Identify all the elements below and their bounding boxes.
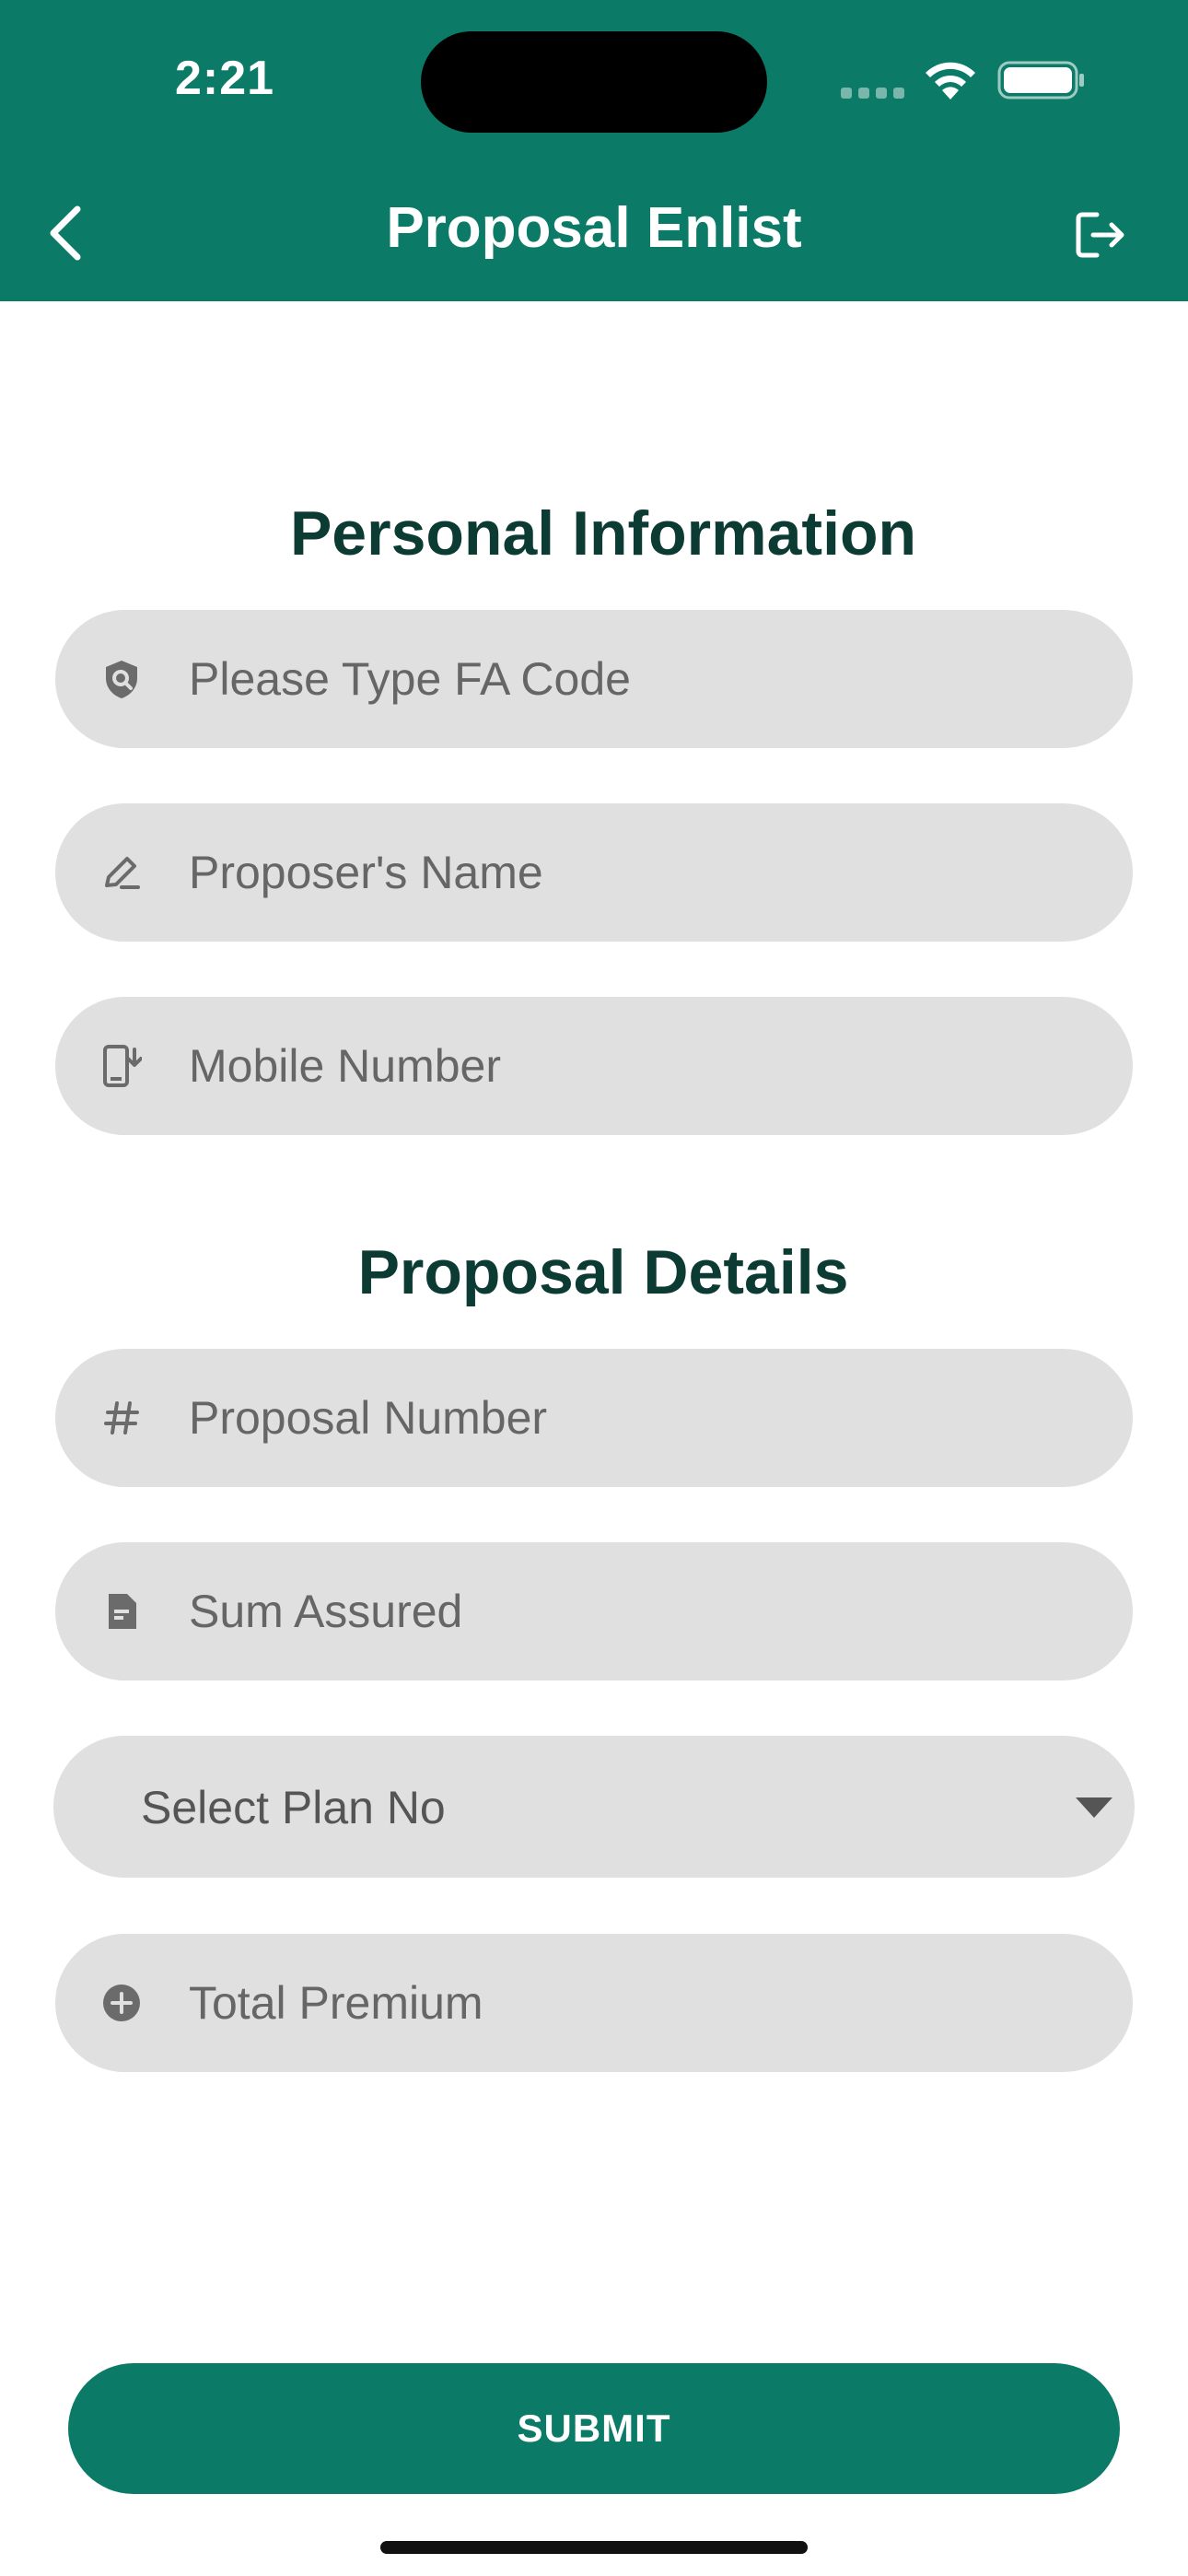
wifi-icon xyxy=(926,62,975,100)
proposal-details-heading: Proposal Details xyxy=(357,1237,849,1307)
submit-button[interactable]: SUBMIT xyxy=(68,2363,1120,2494)
sum-assured-field[interactable] xyxy=(55,1542,1133,1680)
fa-code-field[interactable] xyxy=(55,610,1133,748)
cellular-signal-icon xyxy=(841,88,905,100)
document-icon xyxy=(101,1591,142,1632)
dynamic-island xyxy=(421,31,767,133)
logout-icon xyxy=(1076,212,1124,258)
total-premium-input[interactable] xyxy=(189,1934,1091,2072)
status-time: 2:21 xyxy=(175,52,275,105)
proposal-number-field[interactable] xyxy=(55,1349,1133,1487)
caret-down-icon xyxy=(1076,1797,1112,1818)
logout-button[interactable] xyxy=(1059,198,1142,272)
home-indicator xyxy=(380,2541,808,2554)
mobile-download-icon xyxy=(101,1045,142,1087)
plan-no-select-label: Select Plan No xyxy=(141,1782,446,1833)
edit-pen-icon xyxy=(101,852,142,893)
hash-icon xyxy=(101,1398,142,1438)
shield-search-icon xyxy=(101,659,142,699)
proposer-name-field[interactable] xyxy=(55,803,1133,942)
app-header: 2:21 Proposal Enlist xyxy=(0,0,1188,301)
plus-circle-icon xyxy=(101,1983,142,2023)
proposer-name-input[interactable] xyxy=(189,803,1091,942)
proposal-enlist-screen: 2:21 Proposal Enlist Personal Informatio… xyxy=(0,0,1188,2576)
battery-icon xyxy=(997,61,1084,100)
mobile-number-field[interactable] xyxy=(55,997,1133,1135)
total-premium-field[interactable] xyxy=(55,1934,1133,2072)
proposal-number-input[interactable] xyxy=(189,1349,1091,1487)
mobile-number-input[interactable] xyxy=(189,997,1091,1135)
sum-assured-input[interactable] xyxy=(189,1542,1091,1680)
fa-code-input[interactable] xyxy=(189,610,1091,748)
personal-information-heading: Personal Information xyxy=(289,498,917,568)
plan-no-select[interactable]: Select Plan No xyxy=(53,1736,1135,1878)
page-title: Proposal Enlist xyxy=(386,196,802,260)
